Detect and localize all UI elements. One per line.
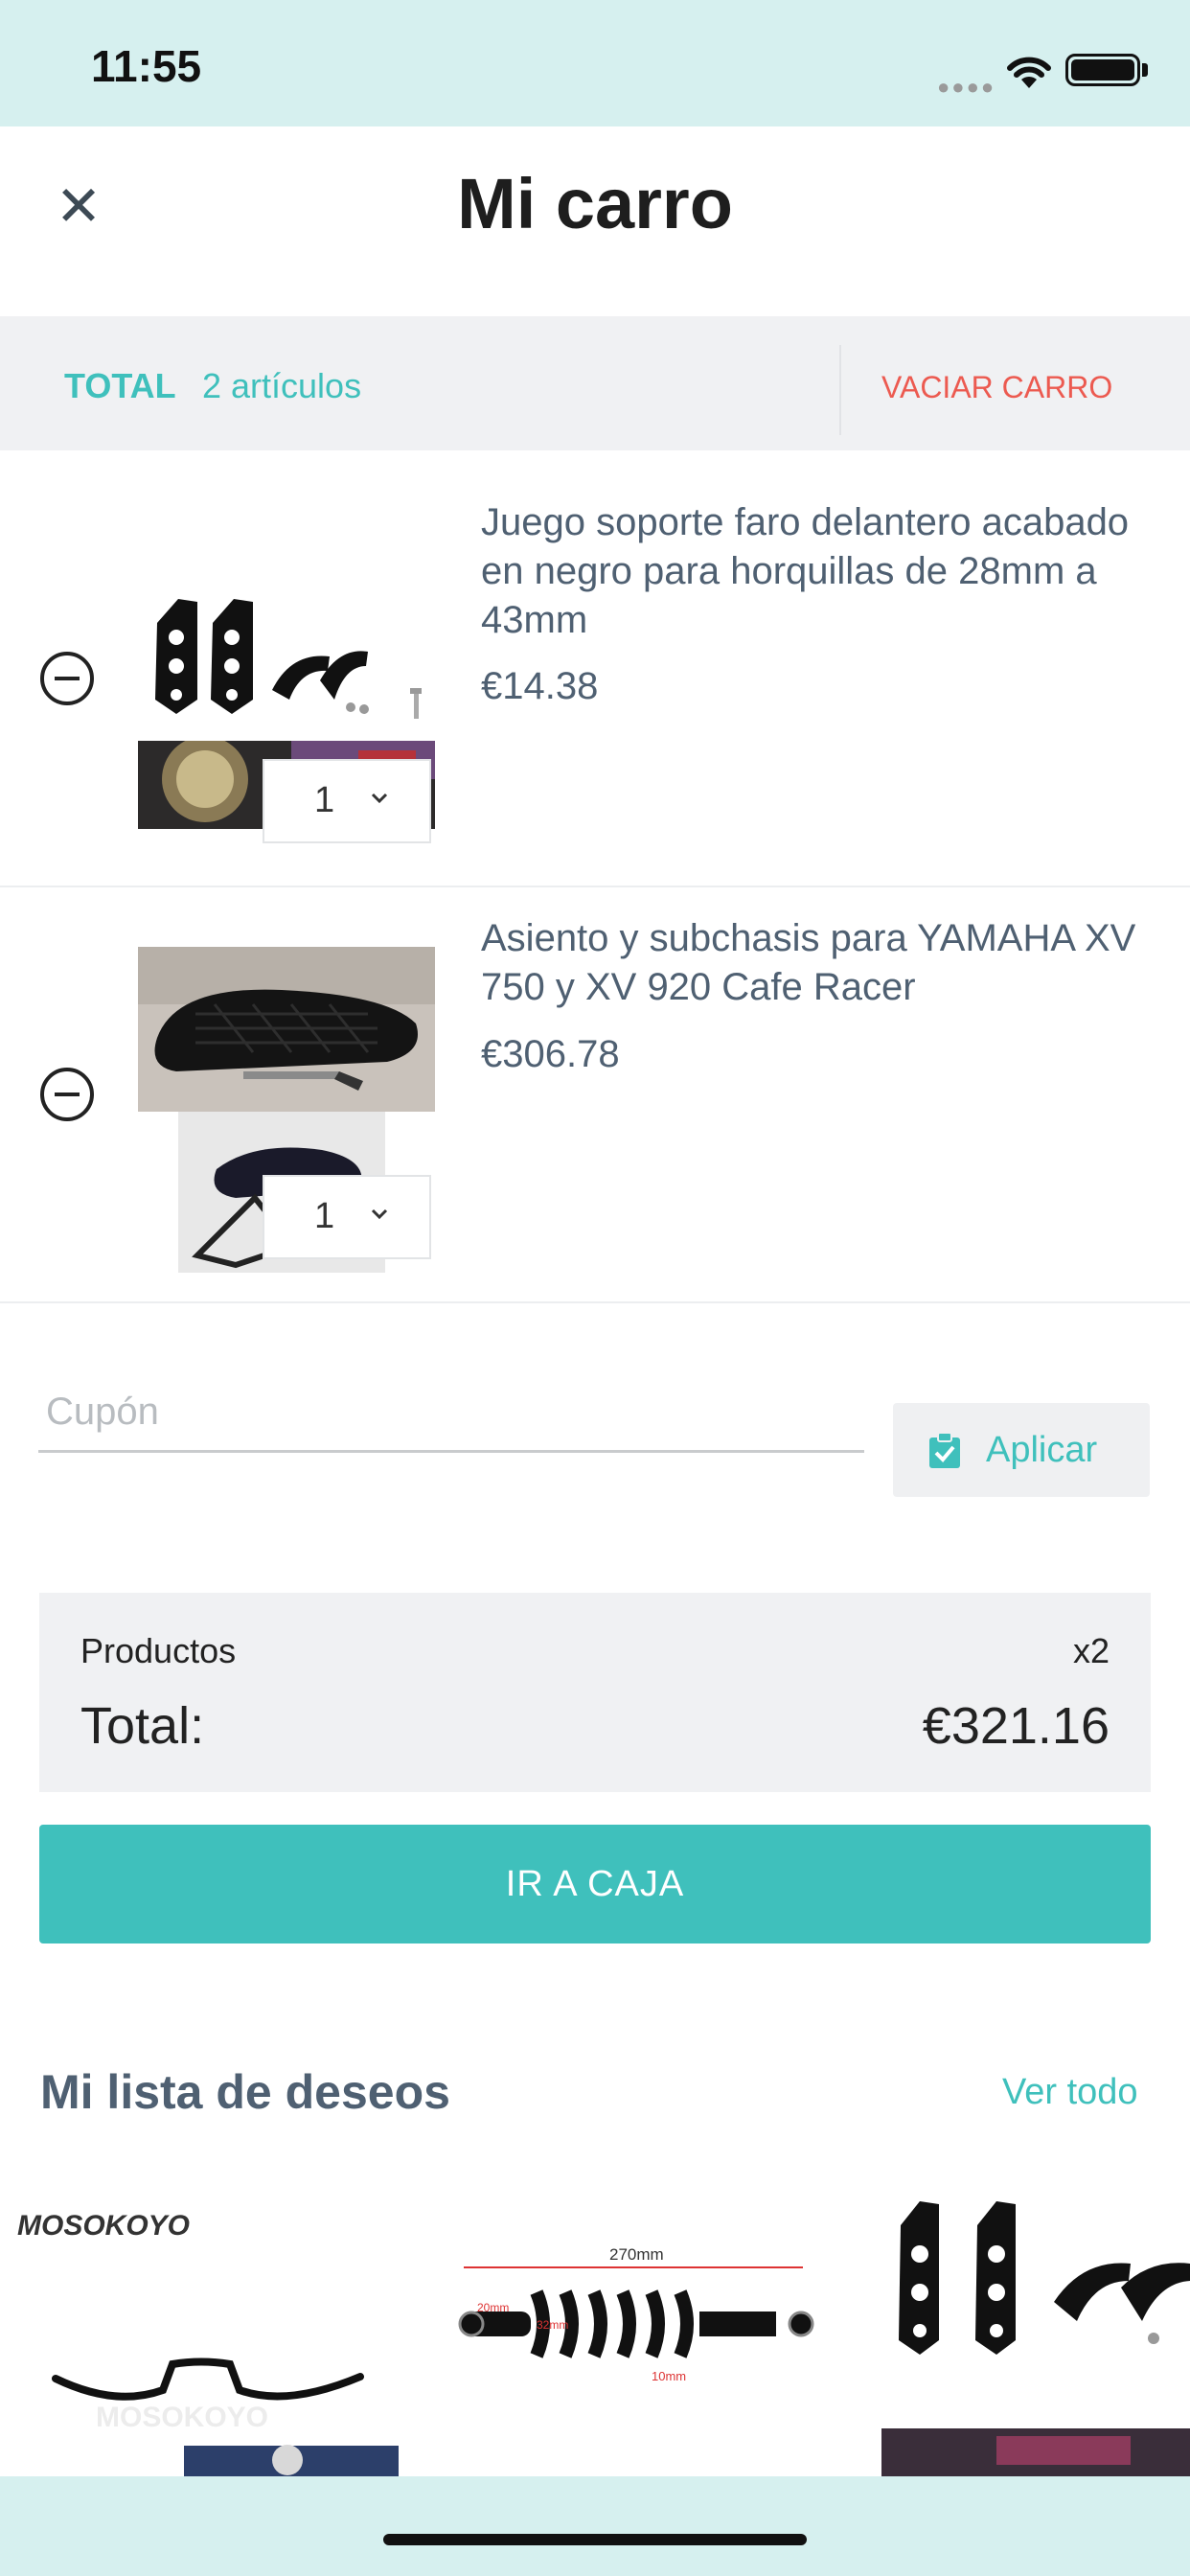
product-price: €14.38 bbox=[481, 665, 599, 707]
wifi-icon bbox=[1007, 57, 1051, 88]
quantity-value: 1 bbox=[314, 780, 335, 820]
cart-screen: ✕ Mi carro TOTAL 2 artículos VACIAR CARR… bbox=[0, 126, 1190, 2476]
watermark-text: MOSOKOYO bbox=[96, 2402, 268, 2433]
item-count: 2 artículos bbox=[202, 366, 362, 405]
wishlist-item[interactable] bbox=[881, 2168, 1190, 2476]
dimension-label: 20mm bbox=[477, 2301, 509, 2314]
dimension-label: 32mm bbox=[537, 2318, 568, 2332]
quantity-select[interactable]: 1 bbox=[263, 759, 431, 843]
view-all-link[interactable]: Ver todo bbox=[1002, 2072, 1138, 2113]
total-label: TOTAL bbox=[64, 366, 176, 405]
header: ✕ Mi carro bbox=[0, 126, 1190, 316]
remove-item-icon[interactable] bbox=[40, 652, 94, 705]
wishlist-item[interactable]: MOSOKOYO MOSOKOYO bbox=[0, 2168, 402, 2476]
divider bbox=[0, 886, 1190, 887]
product-price: €306.78 bbox=[481, 1033, 620, 1075]
remove-item-icon[interactable] bbox=[40, 1068, 94, 1121]
empty-cart-button[interactable]: VACIAR CARRO bbox=[881, 370, 1112, 405]
wishlist-item[interactable]: 270mm 20mm 32mm 10mm bbox=[422, 2168, 843, 2476]
quantity-select[interactable]: 1 bbox=[263, 1175, 431, 1259]
order-summary: Productos x2 Total: €321.16 bbox=[39, 1593, 1151, 1792]
battery-cap bbox=[1142, 63, 1148, 77]
dimension-label: 10mm bbox=[652, 2369, 686, 2383]
quantity-value: 1 bbox=[314, 1196, 335, 1236]
wishlist-title: Mi lista de deseos bbox=[40, 2065, 450, 2119]
apply-label: Aplicar bbox=[986, 1430, 1098, 1470]
checkout-button[interactable]: IR A CAJA bbox=[39, 1825, 1151, 1944]
home-indicator[interactable] bbox=[383, 2534, 807, 2545]
total-bar: TOTAL 2 artículos VACIAR CARRO bbox=[0, 316, 1190, 450]
divider bbox=[839, 345, 841, 435]
brand-text: MOSOKOYO bbox=[17, 2210, 190, 2242]
chevron-down-icon bbox=[371, 1208, 388, 1220]
chevron-down-icon bbox=[371, 793, 388, 804]
status-time: 11:55 bbox=[91, 41, 202, 91]
products-label: Productos bbox=[80, 1631, 237, 1670]
clipboard-check-icon bbox=[929, 1432, 960, 1468]
product-name[interactable]: Juego soporte faro delantero acabado en … bbox=[481, 498, 1171, 645]
coupon-input[interactable] bbox=[38, 1374, 864, 1453]
product-name[interactable]: Asiento y subchasis para YAMAHA XV 750 y… bbox=[481, 914, 1171, 1012]
dimension-label: 270mm bbox=[609, 2245, 664, 2264]
home-bar-area bbox=[0, 2476, 1190, 2576]
apply-coupon-button[interactable]: Aplicar bbox=[893, 1403, 1150, 1497]
total-label: Total: bbox=[80, 1697, 205, 1755]
signal-icon: ●●●● bbox=[937, 75, 996, 99]
products-count: x2 bbox=[1072, 1631, 1110, 1670]
product-image bbox=[138, 947, 435, 1112]
page-title: Mi carro bbox=[457, 164, 733, 243]
total-value: €321.16 bbox=[922, 1697, 1110, 1755]
divider bbox=[0, 1301, 1190, 1303]
battery-icon bbox=[1065, 54, 1140, 86]
